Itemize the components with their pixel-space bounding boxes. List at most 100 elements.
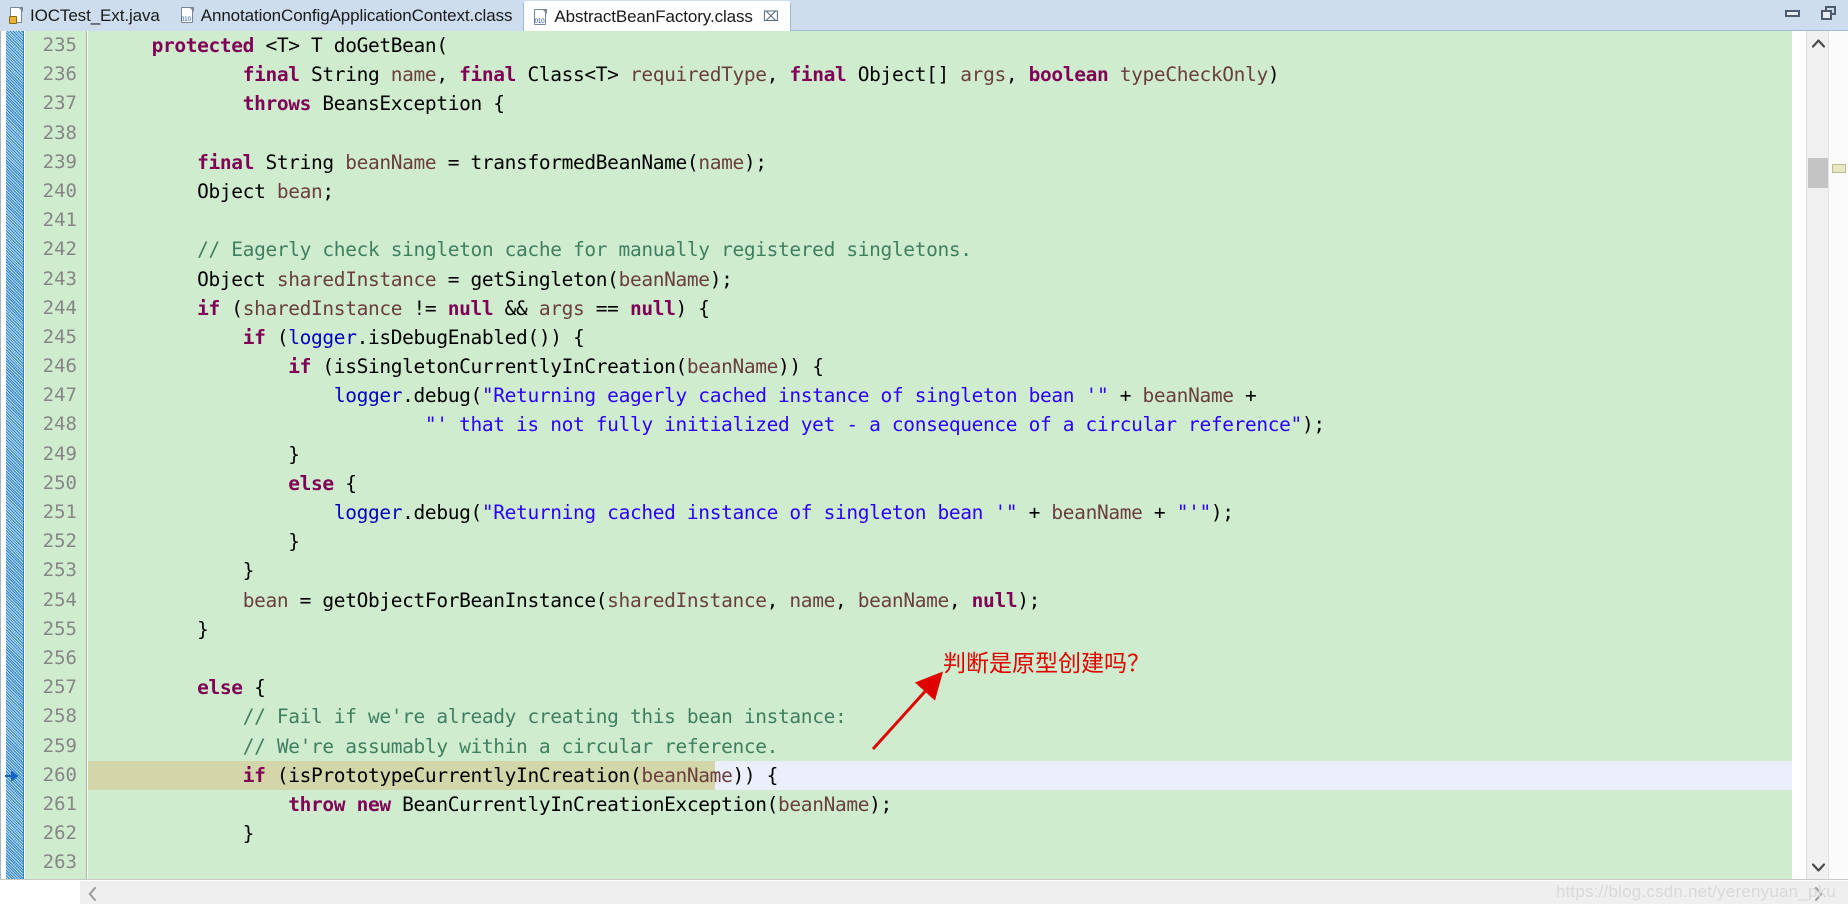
code-line[interactable]: if (logger.isDebugEnabled()) {	[88, 323, 1792, 352]
code-token: args	[960, 63, 1006, 87]
code-token: logger	[333, 501, 403, 524]
code-line[interactable]: // Fail if we're already creating this b…	[88, 702, 1792, 731]
code-line[interactable]: throw new BeanCurrentlyInCreationExcepti…	[88, 790, 1792, 819]
code-line[interactable]: throws BeansException {	[88, 89, 1792, 118]
editor-tab-bar: IOCTest_Ext.java 010 AnnotationConfigApp…	[0, 0, 1848, 31]
line-number: 262	[42, 822, 77, 845]
code-editor[interactable]: 235 236 237 238 239 240 241 242 243 244 245 246 247 2…	[0, 31, 1848, 879]
code-line[interactable]: bean = getObjectForBeanInstance(sharedIn…	[88, 586, 1792, 615]
minimize-icon[interactable]	[1784, 5, 1802, 21]
code-line[interactable]: }	[88, 819, 1792, 848]
code-token: "' that is not fully initialized yet - a…	[424, 413, 1302, 437]
code-line[interactable]: else {	[88, 673, 1792, 702]
code-token: beanName	[1142, 384, 1234, 408]
fold-expand-marker-icon[interactable]	[3, 768, 19, 784]
vertical-scroll-thumb[interactable]	[1808, 158, 1828, 188]
overview-ruler[interactable]	[1828, 31, 1848, 879]
code-token: new	[356, 792, 392, 816]
code-token: ;	[322, 179, 334, 203]
line-number: 257	[42, 676, 77, 699]
code-line[interactable]: logger.debug("Returning cached instance …	[88, 498, 1792, 527]
code-token: bean	[276, 179, 323, 203]
code-token: );	[1301, 413, 1325, 437]
code-line[interactable]: "' that is not fully initialized yet - a…	[88, 410, 1792, 439]
code-line[interactable]: if (sharedInstance != null && args == nu…	[88, 294, 1792, 323]
code-token: .isDebugEnabled()) {	[356, 325, 585, 349]
code-token: ,	[1005, 63, 1029, 87]
tab-list: IOCTest_Ext.java 010 AnnotationConfigApp…	[0, 0, 791, 31]
code-token: ,	[834, 588, 858, 612]
line-number: 261	[42, 792, 77, 815]
code-line[interactable]	[88, 644, 1792, 673]
code-token: beanName	[618, 267, 710, 291]
code-token: }	[106, 822, 255, 846]
change-bar-gutter	[6, 31, 24, 879]
tab-ioctest-ext-java[interactable]: IOCTest_Ext.java	[0, 0, 171, 31]
code-token: null	[629, 296, 676, 320]
java-file-icon	[9, 7, 24, 24]
code-token: sharedInstance	[242, 296, 403, 320]
code-token: ,	[436, 63, 460, 87]
code-token: +	[1233, 384, 1257, 408]
code-line[interactable]: protected <T> T doGetBean(	[88, 31, 1792, 60]
vertical-scrollbar[interactable]	[1806, 31, 1828, 879]
code-token: <T> T doGetBean(	[254, 34, 448, 57]
code-token: ,	[766, 588, 790, 612]
tab-label: AnnotationConfigApplicationContext.class	[200, 5, 513, 25]
code-line[interactable]: Object sharedInstance = getSingleton(bea…	[88, 265, 1792, 294]
code-token: {	[242, 676, 266, 700]
line-number: 258	[42, 705, 77, 728]
code-line[interactable]: }	[88, 556, 1792, 585]
code-line[interactable]: // We're assumably within a circular ref…	[88, 732, 1792, 761]
line-number: 251	[42, 501, 77, 523]
restore-icon[interactable]	[1820, 5, 1838, 21]
line-number: 243	[42, 267, 77, 290]
code-token: name	[789, 588, 835, 612]
code-line[interactable]: final String name, final Class<T> requir…	[88, 60, 1792, 89]
scroll-up-icon[interactable]	[1807, 31, 1829, 55]
code-token: if	[197, 296, 220, 320]
eclipse-editor-window: IOCTest_Ext.java 010 AnnotationConfigApp…	[0, 0, 1848, 908]
tab-annotationconfigapplicationcontext-class[interactable]: 010 AnnotationConfigApplicationContext.c…	[170, 0, 524, 31]
code-line[interactable]	[88, 119, 1792, 148]
close-icon[interactable]: ⌧	[763, 10, 779, 24]
code-token: Class<T>	[516, 63, 630, 87]
line-number: 237	[42, 92, 77, 115]
code-line[interactable]	[88, 206, 1792, 235]
overview-ruler-marker[interactable]	[1832, 164, 1846, 173]
code-token: (	[265, 325, 289, 349]
code-line[interactable]: final String beanName = transformedBeanN…	[88, 148, 1792, 177]
code-token: );	[1210, 501, 1234, 524]
code-line[interactable]: logger.debug("Returning eagerly cached i…	[88, 381, 1792, 410]
code-token: if	[242, 763, 266, 787]
code-token: throws	[242, 92, 312, 116]
scroll-down-icon[interactable]	[1807, 855, 1829, 879]
code-token: );	[1017, 588, 1041, 612]
code-line[interactable]: Object bean;	[88, 177, 1792, 206]
code-token: "'"	[1176, 501, 1212, 524]
scroll-left-icon[interactable]	[80, 881, 104, 907]
line-number: 235	[42, 34, 77, 56]
tab-label: AbstractBeanFactory.class	[554, 7, 753, 26]
code-line[interactable]: else {	[88, 469, 1792, 498]
code-token: )) {	[732, 763, 779, 787]
code-line[interactable]: }	[88, 615, 1792, 644]
code-token: String	[254, 150, 346, 174]
code-line[interactable]	[88, 848, 1792, 877]
code-line[interactable]: // Eagerly check singleton cache for man…	[88, 235, 1792, 264]
code-content[interactable]: protected <T> T doGetBean( final String …	[88, 31, 1792, 879]
code-line[interactable]: }	[88, 440, 1792, 469]
tab-abstractbeanfactory-class[interactable]: 010 AbstractBeanFactory.class ⌧	[523, 1, 791, 31]
code-token: logger	[288, 325, 357, 349]
code-line[interactable]: if (isPrototypeCurrentlyInCreation(beanN…	[88, 760, 1792, 790]
code-line[interactable]: }	[88, 527, 1792, 556]
code-token: }	[106, 530, 300, 554]
line-number: 259	[42, 734, 77, 757]
code-line[interactable]: if (isSingletonCurrentlyInCreation(beanN…	[88, 352, 1792, 381]
code-token: beanName	[1051, 501, 1143, 524]
